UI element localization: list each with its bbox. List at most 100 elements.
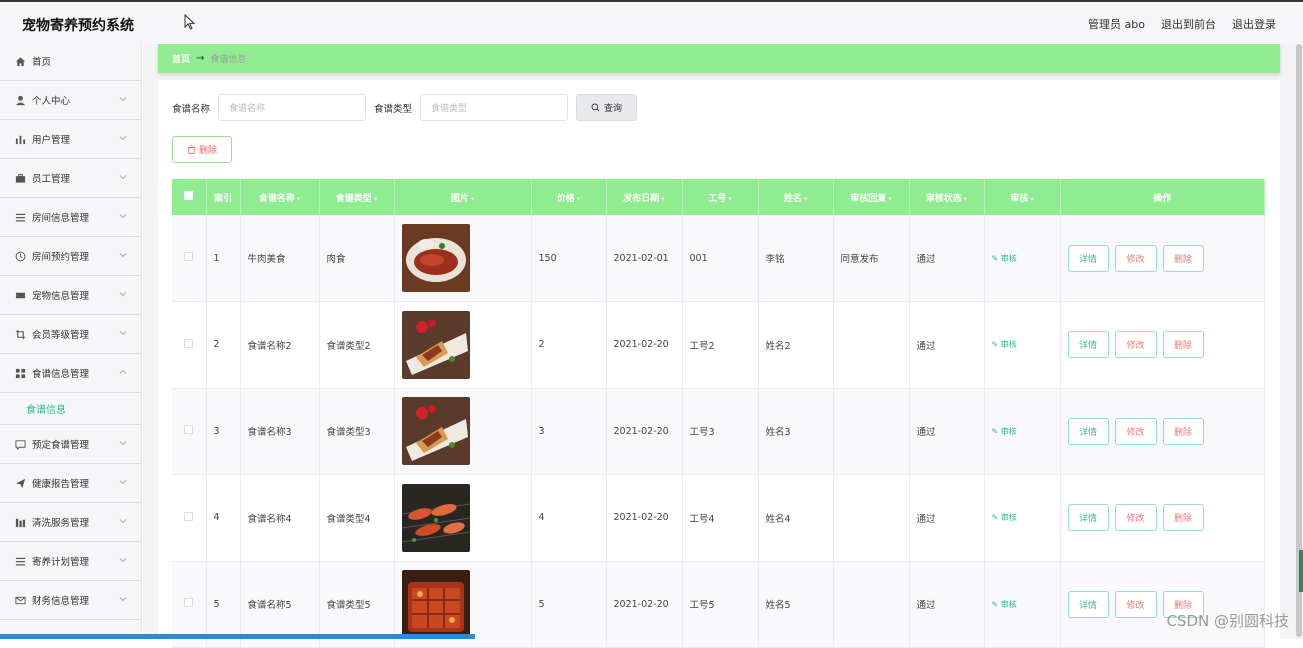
- header-recipe-type[interactable]: 食谱类型 ▾: [319, 179, 395, 215]
- row-checkbox-cell[interactable]: [172, 301, 207, 389]
- sidebar-item-personal-center[interactable]: 个人中心: [0, 81, 141, 120]
- crop-icon: [14, 328, 26, 340]
- delete-button[interactable]: 删除: [1162, 244, 1204, 272]
- delete-button[interactable]: 删除: [1162, 504, 1204, 532]
- sidebar-item-cleaning-service[interactable]: 清洗服务管理: [0, 503, 141, 542]
- cell-employee-no: 001: [682, 215, 759, 302]
- delete-button[interactable]: 删除: [1162, 417, 1204, 445]
- audit-link[interactable]: ✎ 审核: [992, 427, 1017, 436]
- edit-button[interactable]: 修改: [1114, 244, 1157, 272]
- header-audit-status[interactable]: 审核状态 ▾: [909, 179, 985, 215]
- header-audit-reply[interactable]: 审核回复 ▾: [833, 179, 910, 215]
- audit-link[interactable]: ✎ 审核: [992, 600, 1017, 609]
- sidebar-item-boarding-plan[interactable]: 寄养计划管理: [0, 542, 141, 581]
- recipe-image[interactable]: [401, 570, 470, 639]
- sidebar-item-recipe-info[interactable]: 食谱信息管理: [0, 354, 141, 393]
- header-price[interactable]: 价格 ▾: [531, 179, 607, 215]
- exit-to-front-link[interactable]: 退出到前台: [1161, 16, 1216, 32]
- header-employee-name[interactable]: 姓名 ▾: [758, 179, 834, 215]
- edit-button[interactable]: 修改: [1114, 331, 1157, 359]
- detail-button[interactable]: 详情: [1067, 331, 1109, 359]
- search-form: 食谱名称 食谱名称 食谱类型 食谱类型 查询: [172, 94, 638, 121]
- detail-button[interactable]: 详情: [1067, 417, 1109, 445]
- sidebar-item-label: 财务信息管理: [32, 596, 90, 607]
- batch-delete-button[interactable]: 删除: [172, 136, 232, 163]
- sidebar-item-room-info[interactable]: 房间信息管理: [0, 198, 141, 237]
- cell-employee-name: 姓名3: [758, 388, 834, 475]
- sidebar-item-pet-info[interactable]: 宠物信息管理: [0, 276, 141, 315]
- header-publish-date[interactable]: 发布日期 ▾: [606, 179, 683, 215]
- row-checkbox[interactable]: [184, 338, 194, 348]
- content-panel: 食谱名称 食谱名称 食谱类型 食谱类型 查询 删除 索引 食谱名称 ▾ 食谱类型 ▾…: [158, 80, 1280, 648]
- select-all-checkbox[interactable]: [184, 191, 194, 200]
- header-index[interactable]: 索引: [206, 179, 241, 215]
- side-widget-tab[interactable]: [1299, 550, 1303, 592]
- select-all-cell[interactable]: [172, 179, 207, 215]
- table-row: 1 牛肉美食 肉食 150 2021-02-01 001 李铭 同意发布 通过 …: [172, 215, 1265, 302]
- cell-audit: ✎ 审核: [984, 301, 1061, 389]
- recipe-image[interactable]: [401, 483, 470, 552]
- breadcrumb-home[interactable]: 首页: [172, 52, 190, 65]
- row-checkbox[interactable]: [184, 252, 194, 261]
- audit-link[interactable]: ✎ 审核: [992, 254, 1017, 263]
- edit-button[interactable]: 修改: [1114, 417, 1157, 445]
- clock-icon: [14, 250, 26, 262]
- header-image[interactable]: 图片 ▾: [394, 179, 532, 215]
- breadcrumb-current: 食谱信息: [210, 55, 247, 65]
- delete-button[interactable]: 删除: [1162, 331, 1204, 359]
- sidebar-item-label: 预定食谱管理: [32, 440, 90, 451]
- cell-image: [394, 215, 532, 302]
- detail-button[interactable]: 详情: [1067, 504, 1109, 532]
- row-checkbox-cell[interactable]: [172, 388, 207, 475]
- row-checkbox[interactable]: [184, 598, 194, 608]
- edit-button[interactable]: 修改: [1114, 504, 1157, 532]
- sidebar-item-label: 清洗服务管理: [32, 518, 90, 529]
- sidebar-item-user-management[interactable]: 用户管理: [0, 120, 141, 159]
- sidebar-item-health-report[interactable]: 健康报告管理: [0, 464, 141, 503]
- mouse-cursor-icon: [184, 14, 196, 30]
- cell-price: 4: [531, 474, 607, 562]
- edit-button[interactable]: 修改: [1114, 590, 1157, 618]
- cell-employee-no: 工号3: [682, 388, 759, 475]
- recipe-name-label: 食谱名称: [172, 103, 211, 115]
- header-employee-no[interactable]: 工号 ▾: [682, 179, 759, 215]
- list-icon: [14, 555, 26, 567]
- row-checkbox-cell[interactable]: [172, 215, 207, 302]
- row-checkbox[interactable]: [184, 511, 194, 521]
- recipe-type-input[interactable]: 食谱类型: [420, 94, 569, 121]
- sidebar-item-employee-management[interactable]: 员工管理: [0, 159, 141, 198]
- search-button[interactable]: 查询: [576, 94, 638, 121]
- cell-index: 3: [206, 388, 241, 475]
- scrollbar-thumb[interactable]: [1296, 44, 1302, 637]
- home-icon: [14, 55, 26, 67]
- audit-link[interactable]: ✎ 审核: [992, 513, 1017, 522]
- cell-audit: ✎ 审核: [984, 474, 1061, 562]
- recipe-image[interactable]: [401, 224, 470, 292]
- logout-link[interactable]: 退出登录: [1232, 16, 1276, 32]
- sidebar-item-booked-recipes[interactable]: 预定食谱管理: [0, 425, 141, 464]
- cell-employee-name: 姓名5: [758, 561, 834, 648]
- recipe-name-input[interactable]: 食谱名称: [218, 94, 367, 121]
- breadcrumb-arrow: →: [196, 53, 205, 64]
- sidebar-item-finance-info[interactable]: 财务信息管理: [0, 581, 141, 620]
- cell-audit-reply: 同意发布: [833, 215, 910, 302]
- sidebar-item-member-level[interactable]: 会员等级管理: [0, 315, 141, 354]
- row-checkbox-cell[interactable]: [172, 474, 207, 562]
- detail-button[interactable]: 详情: [1067, 590, 1109, 618]
- sidebar-subitem-recipe-info[interactable]: 食谱信息: [0, 393, 141, 425]
- edit-pen-icon: ✎: [991, 426, 1001, 436]
- audit-link[interactable]: ✎ 审核: [992, 340, 1017, 349]
- cell-audit-status: 通过: [909, 474, 985, 562]
- cell-employee-name: 姓名4: [758, 474, 834, 562]
- sidebar-item-home[interactable]: 首页: [0, 42, 141, 81]
- sidebar-item-label: 食谱信息管理: [32, 369, 90, 380]
- row-checkbox[interactable]: [184, 425, 194, 435]
- recipe-image[interactable]: [401, 397, 470, 466]
- main-content: 首页 → 食谱信息 食谱名称 食谱名称 食谱类型 食谱类型 查询 删除 索引 食…: [143, 44, 1295, 648]
- sidebar-item-room-booking[interactable]: 房间预约管理: [0, 237, 141, 276]
- recipe-image[interactable]: [401, 310, 470, 379]
- recipe-type-label: 食谱类型: [374, 103, 413, 115]
- header-audit[interactable]: 审核 ▾: [984, 179, 1061, 215]
- header-recipe-name[interactable]: 食谱名称 ▾: [240, 179, 320, 215]
- detail-button[interactable]: 详情: [1067, 244, 1109, 272]
